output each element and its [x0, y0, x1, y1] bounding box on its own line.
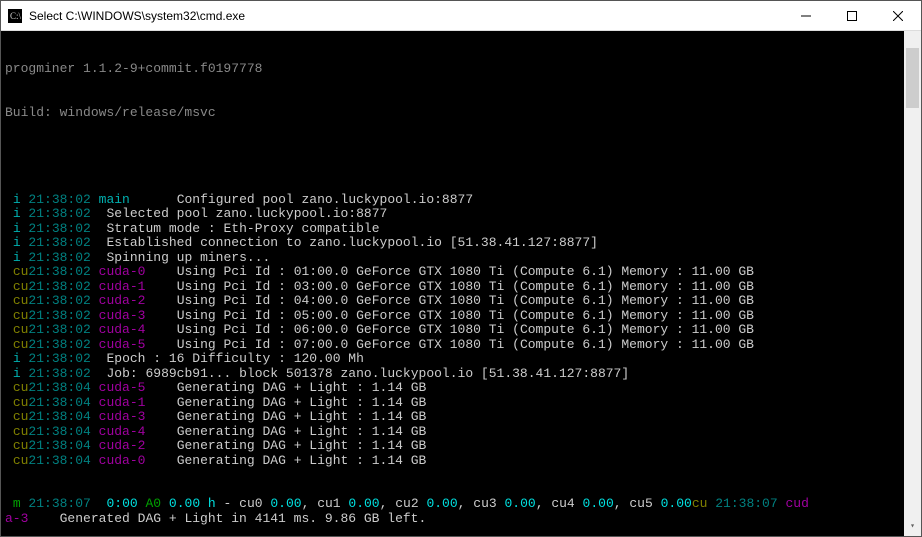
log-line: cu21:38:04 cuda-0 Generating DAG + Light… [5, 454, 921, 469]
titlebar[interactable]: C:\ Select C:\WINDOWS\system32\cmd.exe [1, 1, 921, 31]
log-line: i 21:38:02 main Configured pool zano.luc… [5, 193, 921, 208]
header-line: Build: windows/release/msvc [5, 106, 921, 121]
log-line: i 21:38:02 Epoch : 16 Difficulty : 120.0… [5, 352, 921, 367]
hashrate-line: m 21:38:07 0:00 A0 0.00 h - cu0 0.00, cu… [5, 497, 921, 512]
scroll-down-button[interactable]: ▾ [904, 519, 921, 536]
log-line: cu21:38:02 cuda-3 Using Pci Id : 05:00.0… [5, 309, 921, 324]
close-button[interactable] [875, 1, 921, 30]
log-line: cu21:38:04 cuda-3 Generating DAG + Light… [5, 410, 921, 425]
window-buttons [783, 1, 921, 30]
blank-line [5, 149, 921, 164]
log-line: cu21:38:04 cuda-4 Generating DAG + Light… [5, 425, 921, 440]
log-line: cu21:38:02 cuda-0 Using Pci Id : 01:00.0… [5, 265, 921, 280]
scrollbar[interactable]: ▴ ▾ [904, 31, 921, 536]
minimize-button[interactable] [783, 1, 829, 30]
console-area[interactable]: progminer 1.1.2-9+commit.f0197778 Build:… [1, 31, 921, 536]
scroll-thumb[interactable] [906, 48, 919, 108]
maximize-button[interactable] [829, 1, 875, 30]
header-line: progminer 1.1.2-9+commit.f0197778 [5, 62, 921, 77]
log-line: cu21:38:02 cuda-1 Using Pci Id : 03:00.0… [5, 280, 921, 295]
log-line: cu21:38:04 cuda-2 Generating DAG + Light… [5, 439, 921, 454]
log-line: i 21:38:02 Stratum mode : Eth-Proxy comp… [5, 222, 921, 237]
log-line: i 21:38:02 Job: 6989cb91... block 501378… [5, 367, 921, 382]
log-line: i 21:38:02 Established connection to zan… [5, 236, 921, 251]
window-title: Select C:\WINDOWS\system32\cmd.exe [29, 9, 783, 23]
log-line: i 21:38:02 Spinning up miners... [5, 251, 921, 266]
svg-text:C:\: C:\ [10, 11, 22, 21]
log-line: cu21:38:02 cuda-2 Using Pci Id : 04:00.0… [5, 294, 921, 309]
log-line: cu21:38:02 cuda-4 Using Pci Id : 06:00.0… [5, 323, 921, 338]
log-line: i 21:38:02 Selected pool zano.luckypool.… [5, 207, 921, 222]
log-line: cu21:38:02 cuda-5 Using Pci Id : 07:00.0… [5, 338, 921, 353]
cmd-window: C:\ Select C:\WINDOWS\system32\cmd.exe p… [0, 0, 922, 537]
cmd-icon: C:\ [7, 8, 23, 24]
log-line: cu21:38:04 cuda-5 Generating DAG + Light… [5, 381, 921, 396]
log-line: cu21:38:04 cuda-1 Generating DAG + Light… [5, 396, 921, 411]
log-line-wrap: a-3 Generated DAG + Light in 4141 ms. 9.… [5, 512, 921, 527]
